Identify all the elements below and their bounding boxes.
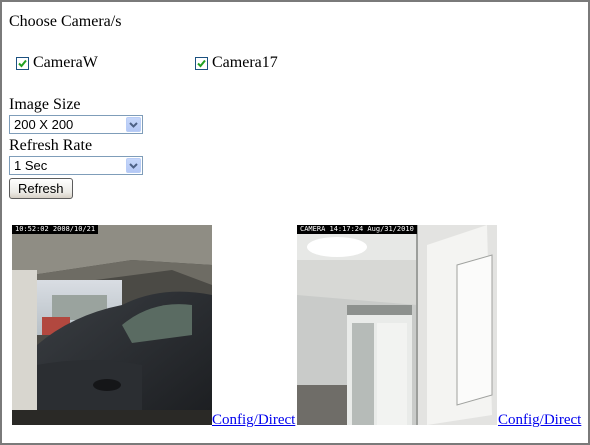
checkmark-icon — [18, 59, 27, 67]
camera-17-checkbox[interactable] — [195, 56, 208, 70]
camera-w-label: CameraW — [33, 54, 98, 71]
image-size-select[interactable]: 200 X 200 — [9, 115, 143, 134]
checkmark-icon — [197, 59, 206, 67]
camera-option-w[interactable]: CameraW — [16, 54, 98, 72]
refresh-rate-label: Refresh Rate — [9, 137, 93, 154]
refresh-rate-select[interactable]: 1 Sec — [9, 156, 143, 175]
image-size-value: 200 X 200 — [14, 117, 74, 132]
camera-17-feed-image: CAMERA 14:17:24 Aug/31/2010 — [297, 225, 497, 425]
chevron-down-icon[interactable] — [126, 158, 141, 173]
camera-page: Choose Camera/s CameraW Camera17 Image S… — [0, 0, 590, 445]
camera-17-config-link[interactable]: Config/Direct — [498, 412, 581, 428]
page-title: Choose Camera/s — [9, 13, 122, 30]
refresh-button[interactable]: Refresh — [9, 178, 73, 199]
camera-17-label: Camera17 — [212, 54, 278, 71]
chevron-down-icon[interactable] — [126, 117, 141, 132]
refresh-rate-value: 1 Sec — [14, 158, 48, 173]
camera-option-17[interactable]: Camera17 — [195, 54, 278, 72]
camera-w-feed-image: 10:52:02 2008/10/21 — [12, 225, 212, 425]
camera-w-checkbox[interactable] — [16, 56, 29, 70]
image-size-label: Image Size — [9, 96, 81, 113]
camera-17-timestamp: CAMERA 14:17:24 Aug/31/2010 — [297, 225, 417, 234]
camera-w-config-link[interactable]: Config/Direct — [212, 412, 295, 428]
camera-w-timestamp: 10:52:02 2008/10/21 — [12, 225, 99, 234]
